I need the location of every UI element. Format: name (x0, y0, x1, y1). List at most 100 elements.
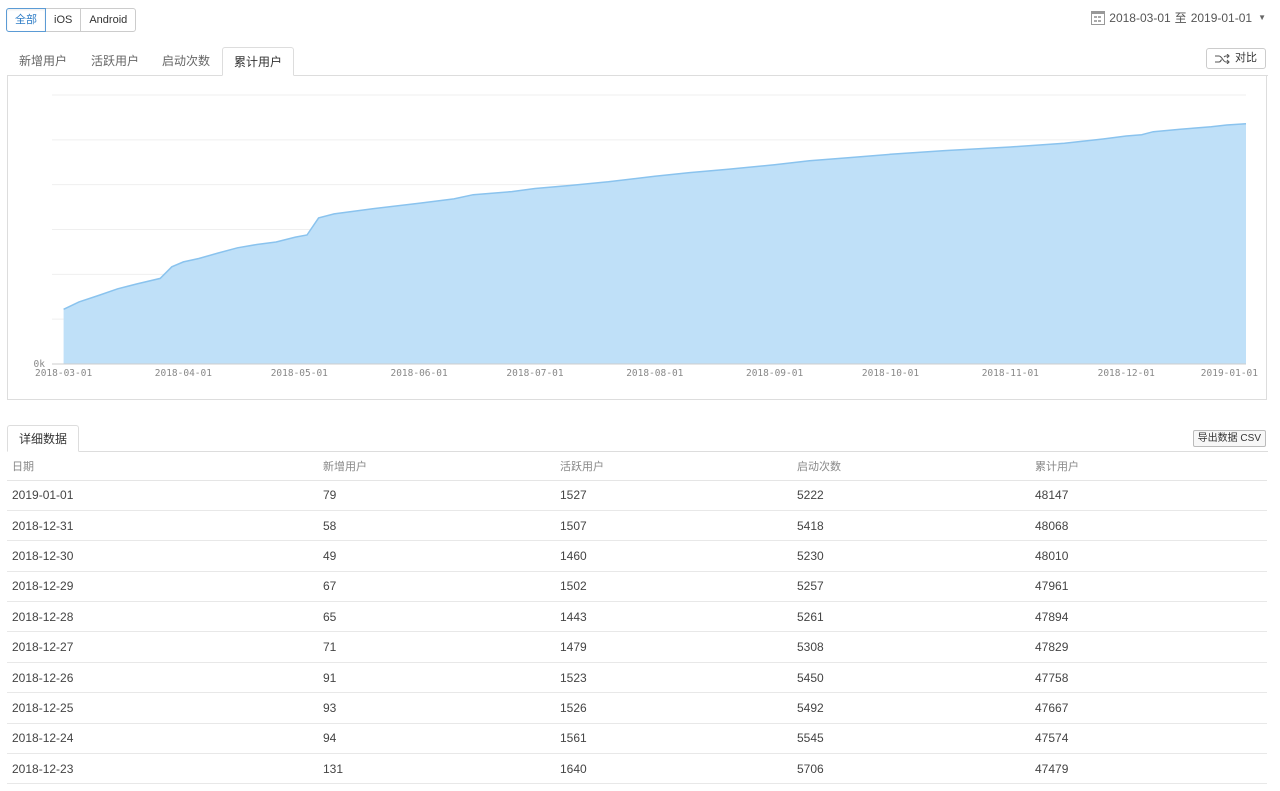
cell-cumulative-users: 47758 (1030, 662, 1267, 694)
detail-table: 日期 新增用户 活跃用户 启动次数 累计用户 2019-01-01 79 1527 5… (7, 452, 1267, 785)
table-row: 2018-12-28 65 1443 5261 47894 (7, 601, 1267, 633)
calendar-icon (1091, 10, 1106, 25)
platform-all-button[interactable]: 全部 (6, 8, 46, 32)
cell-launch-count: 5545 (792, 723, 1030, 755)
cell-active-users: 1523 (555, 662, 792, 694)
cumulative-users-chart: 0k2018-03-01 2018-04-01 2018-05-01 2018-06-… (34, 94, 1258, 379)
table-row: 2018-12-26 91 1523 5450 47758 (7, 662, 1267, 694)
cell-cumulative-users: 47574 (1030, 723, 1267, 755)
table-row: 2018-12-24 94 1561 5545 47574 (7, 723, 1267, 755)
cell-active-users: 1479 (555, 631, 792, 663)
cell-cumulative-users: 48068 (1030, 510, 1267, 542)
column-header-active-users: 活跃用户 (555, 452, 792, 481)
cell-active-users: 1460 (555, 540, 792, 572)
compare-button[interactable]: 对比 (1206, 48, 1266, 69)
x-tick-label: 2018-12-01 (1098, 368, 1155, 379)
tab-new-users[interactable]: 新增用户 (8, 47, 78, 76)
x-tick-label: 2018-10-01 (862, 368, 919, 379)
cell-cumulative-users: 47479 (1030, 753, 1267, 785)
cell-active-users: 1640 (555, 753, 792, 785)
cell-launch-count: 5261 (792, 601, 1030, 633)
series-area (63, 123, 1247, 364)
column-header-date: 日期 (7, 452, 318, 481)
table-row: 2019-01-01 79 1527 5222 48147 (7, 480, 1267, 511)
cell-cumulative-users: 47961 (1030, 571, 1267, 603)
cell-launch-count: 5418 (792, 510, 1030, 542)
tab-cumulative-users[interactable]: 累计用户 (222, 47, 295, 76)
detail-tabs: 详细数据 (7, 425, 1268, 452)
cell-new-users: 71 (318, 631, 555, 663)
cell-cumulative-users: 47667 (1030, 692, 1267, 724)
table-row: 2018-12-23 131 1640 5706 47479 (7, 753, 1267, 785)
cell-active-users: 1526 (555, 692, 792, 724)
table-row: 2018-12-30 49 1460 5230 48010 (7, 540, 1267, 572)
cell-date: 2018-12-29 (7, 571, 318, 603)
platform-ios-button[interactable]: iOS (45, 8, 82, 32)
cell-active-users: 1561 (555, 723, 792, 755)
cell-active-users: 1502 (555, 571, 792, 603)
x-tick-label: 2018-04-01 (155, 368, 212, 379)
x-tick-label: 2018-09-01 (746, 368, 803, 379)
cell-new-users: 94 (318, 723, 555, 755)
date-range-separator: 至 (1174, 11, 1187, 25)
cell-new-users: 67 (318, 571, 555, 603)
date-range-end: 2019-01-01 (1190, 10, 1253, 25)
cell-date: 2018-12-27 (7, 631, 318, 663)
x-tick-label: 2018-05-01 (271, 368, 328, 379)
cell-new-users: 79 (318, 480, 555, 511)
cell-date: 2018-12-30 (7, 540, 318, 572)
cell-cumulative-users: 48010 (1030, 540, 1267, 572)
cell-new-users: 49 (318, 540, 555, 572)
cell-date: 2018-12-31 (7, 510, 318, 542)
cell-date: 2018-12-23 (7, 753, 318, 785)
cell-launch-count: 5706 (792, 753, 1030, 785)
metric-tabs: 新增用户 活跃用户 启动次数 累计用户 (8, 47, 1268, 76)
shuffle-icon (1215, 53, 1230, 64)
cell-launch-count: 5308 (792, 631, 1030, 663)
compare-label: 对比 (1235, 52, 1257, 64)
table-header-row: 日期 新增用户 活跃用户 启动次数 累计用户 (7, 452, 1267, 481)
cell-date: 2019-01-01 (7, 480, 318, 511)
platform-filter: 全部 iOS Android (6, 8, 137, 32)
x-tick-label: 2018-11-01 (982, 368, 1039, 379)
cell-new-users: 131 (318, 753, 555, 785)
cell-launch-count: 5222 (792, 480, 1030, 511)
column-header-new-users: 新增用户 (318, 452, 555, 481)
cell-new-users: 91 (318, 662, 555, 694)
table-row: 2018-12-31 58 1507 5418 48068 (7, 510, 1267, 542)
platform-android-button[interactable]: Android (80, 8, 137, 32)
cell-active-users: 1443 (555, 601, 792, 633)
cell-active-users: 1507 (555, 510, 792, 542)
dashboard: 全部 iOS Android 2018-03-01 至 2019-01-01 ▼… (0, 0, 1280, 791)
x-tick-label: 2018-03-01 (35, 368, 92, 379)
caret-down-icon: ▼ (1258, 13, 1266, 22)
tab-launch-count[interactable]: 启动次数 (151, 47, 221, 76)
cell-launch-count: 5230 (792, 540, 1030, 572)
cell-launch-count: 5257 (792, 571, 1030, 603)
cell-active-users: 1527 (555, 480, 792, 511)
x-tick-label: 2018-07-01 (506, 368, 563, 379)
date-range-picker[interactable]: 2018-03-01 至 2019-01-01 ▼ (1091, 9, 1266, 26)
date-range-start: 2018-03-01 (1109, 10, 1171, 25)
table-row: 2018-12-29 67 1502 5257 47961 (7, 571, 1267, 603)
x-tick-label: 2018-08-01 (626, 368, 683, 379)
table-body: 2019-01-01 79 1527 5222 48147 2018-12-31 58 150… (7, 480, 1267, 785)
cell-launch-count: 5492 (792, 692, 1030, 724)
cell-cumulative-users: 48147 (1030, 480, 1267, 511)
cell-new-users: 65 (318, 601, 555, 633)
export-csv-button[interactable]: 导出数据 CSV (1192, 430, 1266, 447)
cell-date: 2018-12-28 (7, 601, 318, 633)
cell-new-users: 58 (318, 510, 555, 542)
cell-date: 2018-12-24 (7, 723, 318, 755)
x-tick-label: 2019-01-01 (1201, 368, 1258, 379)
tab-active-users[interactable]: 活跃用户 (80, 47, 150, 76)
cell-cumulative-users: 47894 (1030, 601, 1267, 633)
table-row: 2018-12-25 93 1526 5492 47667 (7, 692, 1267, 724)
cell-cumulative-users: 47829 (1030, 631, 1267, 663)
tab-detail-data[interactable]: 详细数据 (7, 425, 80, 452)
cell-launch-count: 5450 (792, 662, 1030, 694)
cell-date: 2018-12-25 (7, 692, 318, 724)
chart-panel: 0k 2018-03-01 2018-04-01 2018-05-01 2018-06-… (7, 75, 1267, 400)
x-tick-label: 2018-06-01 (390, 368, 447, 379)
table-row: 2018-12-27 71 1479 5308 47829 (7, 631, 1267, 663)
